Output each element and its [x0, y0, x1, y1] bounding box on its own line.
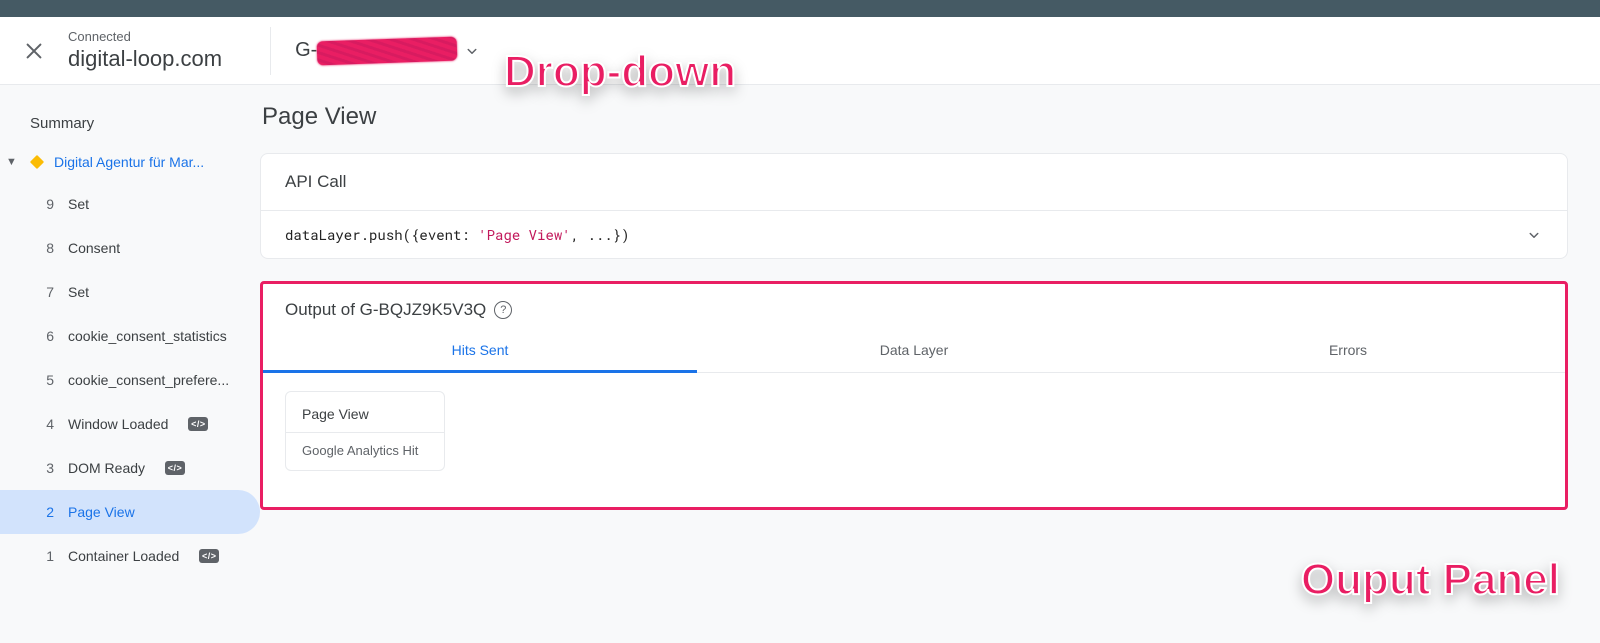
account-prefix: G-	[295, 39, 317, 62]
hit-card[interactable]: Page View Google Analytics Hit	[285, 391, 445, 471]
event-row[interactable]: 9 Set	[0, 182, 260, 226]
event-label: Set	[68, 196, 89, 212]
event-index: 5	[40, 372, 54, 388]
caret-down-icon: ▼	[6, 156, 20, 168]
output-heading: Output of G-BQJZ9K5V3Q	[285, 300, 486, 320]
api-call-code: dataLayer.push({event: 'Page View', ...}…	[285, 225, 629, 244]
output-panel: Output of G-BQJZ9K5V3Q ? Hits SentData L…	[260, 281, 1568, 510]
event-label: Consent	[68, 240, 120, 256]
event-label: cookie_consent_prefere...	[68, 372, 229, 388]
output-tabs: Hits SentData LayerErrors	[263, 330, 1565, 373]
tab-errors[interactable]: Errors	[1131, 330, 1565, 372]
output-heading-row: Output of G-BQJZ9K5V3Q ?	[263, 284, 1565, 330]
tab-data-layer[interactable]: Data Layer	[697, 330, 1131, 372]
chevron-down-icon	[463, 42, 481, 60]
event-index: 1	[40, 548, 54, 564]
api-call-expand-row[interactable]: dataLayer.push({event: 'Page View', ...}…	[261, 211, 1567, 258]
event-label: Container Loaded	[68, 548, 179, 564]
api-call-heading: API Call	[261, 154, 1567, 211]
header-bar: Connected digital-loop.com G-	[0, 17, 1600, 85]
api-call-card: API Call dataLayer.push({event: 'Page Vi…	[260, 153, 1568, 259]
event-label: cookie_consent_statistics	[68, 328, 227, 344]
page-title: Page View	[262, 103, 1568, 131]
event-row[interactable]: 5 cookie_consent_prefere...	[0, 358, 260, 402]
event-index: 6	[40, 328, 54, 344]
sidebar-summary-link[interactable]: Summary	[0, 99, 260, 150]
code-icon: </>	[199, 549, 219, 563]
event-index: 4	[40, 416, 54, 432]
help-icon[interactable]: ?	[494, 301, 512, 319]
sidebar: Summary ▼ Digital Agentur für Mar... 9 Se…	[0, 85, 260, 643]
close-icon	[23, 40, 45, 62]
app-frame: Connected digital-loop.com G- Drop-down …	[0, 17, 1600, 643]
window-titlebar-strip	[0, 0, 1600, 17]
event-row[interactable]: 1 Container Loaded </>	[0, 534, 260, 578]
event-index: 2	[40, 504, 54, 520]
event-row[interactable]: 2 Page View	[0, 490, 260, 534]
close-button[interactable]	[0, 40, 68, 62]
event-index: 9	[40, 196, 54, 212]
account-id-redacted	[317, 36, 458, 65]
event-label: Page View	[68, 504, 135, 520]
connection-status: Connected digital-loop.com	[68, 29, 222, 73]
connected-label: Connected	[68, 29, 222, 45]
tab-hits-sent[interactable]: Hits Sent	[263, 330, 697, 372]
event-row[interactable]: 6 cookie_consent_statistics	[0, 314, 260, 358]
event-row[interactable]: 7 Set	[0, 270, 260, 314]
event-label: Window Loaded	[68, 416, 168, 432]
sidebar-group-label: Digital Agentur für Mar...	[54, 154, 204, 170]
event-index: 8	[40, 240, 54, 256]
event-row[interactable]: 4 Window Loaded </>	[0, 402, 260, 446]
body: Summary ▼ Digital Agentur für Mar... 9 Se…	[0, 85, 1600, 643]
code-icon: </>	[188, 417, 208, 431]
sidebar-group[interactable]: ▼ Digital Agentur für Mar...	[0, 150, 260, 176]
event-label: DOM Ready	[68, 460, 145, 476]
event-index: 3	[40, 460, 54, 476]
connected-domain: digital-loop.com	[68, 45, 222, 73]
divider	[270, 27, 271, 75]
hit-name: Page View	[286, 392, 444, 432]
event-row[interactable]: 3 DOM Ready </>	[0, 446, 260, 490]
code-icon: </>	[165, 461, 185, 475]
event-list: 9 Set 8 Consent 7 Set 6 cookie_consent_statisti…	[0, 182, 260, 578]
account-dropdown[interactable]: G-	[295, 39, 481, 63]
event-row[interactable]: 8 Consent	[0, 226, 260, 270]
chevron-down-icon	[1525, 226, 1543, 244]
event-label: Set	[68, 284, 89, 300]
event-index: 7	[40, 284, 54, 300]
hits-container: Page View Google Analytics Hit	[263, 373, 1565, 489]
main-panel: Page View API Call dataLayer.push({event…	[260, 85, 1600, 643]
hit-desc: Google Analytics Hit	[286, 432, 444, 470]
diamond-icon	[30, 155, 44, 169]
